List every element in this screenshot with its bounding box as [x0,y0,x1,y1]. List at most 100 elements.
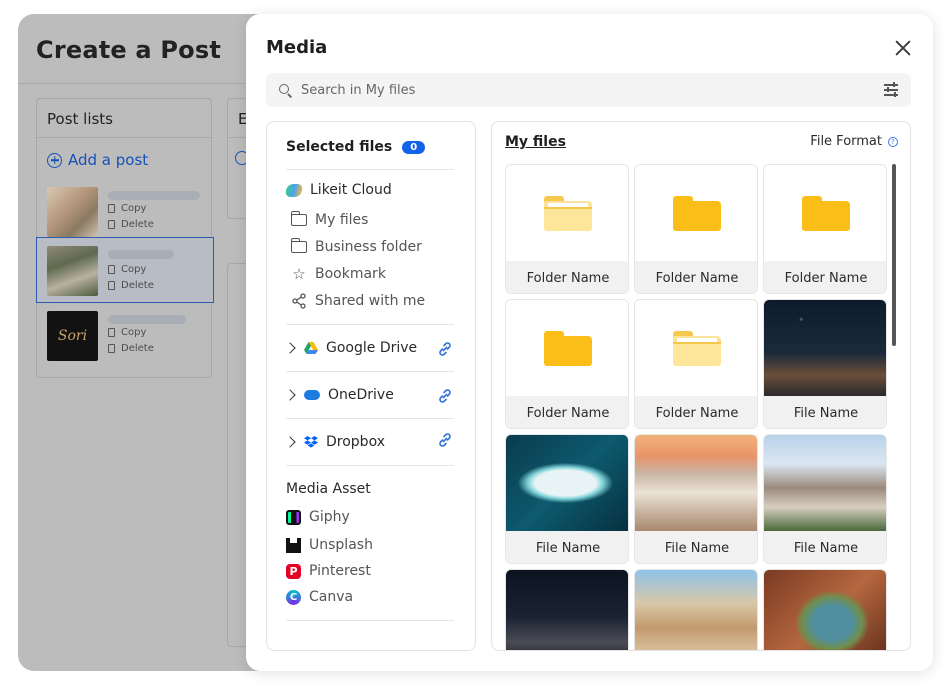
post-item-selected[interactable]: Copy Delete [36,237,214,303]
search-bar [266,73,911,107]
divider [286,324,454,325]
close-icon[interactable] [893,38,913,58]
post-item[interactable]: Sori Copy Delete [37,303,213,369]
file-tile[interactable] [634,569,758,650]
sidebar-item-business-folder[interactable]: Business folder [290,238,422,255]
divider [286,465,454,466]
sources-panel: Selected files 0 Likeit Cloud My files B… [266,121,476,651]
selected-count-badge: 0 [402,140,426,154]
tile-preview [764,165,886,261]
provider-dropbox[interactable]: Dropbox [284,434,385,450]
media-asset-title: Media Asset [286,481,371,497]
media-asset-giphy[interactable]: Giphy [286,509,350,525]
provider-google-drive[interactable]: Google Drive [284,340,417,356]
trash-icon [108,220,115,229]
chevron-right-icon [284,436,296,448]
page-title: Create a Post [36,36,222,64]
search-input[interactable] [301,82,861,98]
post-title-placeholder [108,315,186,324]
share-icon [292,293,306,309]
post-item[interactable]: Copy Delete [37,179,213,245]
trash-icon [108,281,115,290]
add-post-label: Add a post [68,151,149,169]
tile-caption: File Name [764,396,886,428]
media-asset-canva[interactable]: C Canva [286,589,353,605]
sidebar-item-shared-with-me[interactable]: Shared with me [291,293,425,309]
selected-files-header[interactable]: Selected files 0 [286,139,426,155]
dropbox-icon [304,436,318,448]
folder-tile[interactable]: Folder Name [763,164,887,294]
star-icon: ☆ [292,265,306,283]
folder-icon [544,331,592,366]
post-delete-action[interactable]: Delete [108,280,154,291]
media-modal: Media Selected files 0 Likeit Cloud My f… [246,14,933,671]
folder-tile[interactable]: Folder Name [505,164,629,294]
add-post-button[interactable]: Add a post [47,151,148,169]
giphy-icon [286,509,301,525]
post-copy-action[interactable]: Copy [108,203,146,214]
tile-preview [635,165,757,261]
tile-caption: Folder Name [635,261,757,293]
link-icon[interactable] [437,432,453,448]
tile-caption: File Name [764,531,886,563]
tile-preview [506,165,628,261]
likeit-cloud-icon [284,183,304,197]
folder-tile[interactable]: Folder Name [505,299,629,429]
folder-icon [290,211,307,226]
file-tile[interactable]: File Name [505,434,629,564]
provider-onedrive[interactable]: OneDrive [284,387,394,403]
copy-label: Copy [121,264,147,275]
copy-label: Copy [121,203,147,214]
image-preview-night-sky [764,300,886,396]
file-tile[interactable]: File Name [634,434,758,564]
link-icon[interactable] [437,341,453,357]
open-folder-icon [673,331,721,366]
post-delete-action[interactable]: Delete [108,219,154,230]
folder-tile[interactable]: Folder Name [634,164,758,294]
open-folder-icon [544,196,592,231]
copy-icon [108,204,115,213]
tile-caption: Folder Name [635,396,757,428]
file-tile[interactable] [763,569,887,650]
sliders-icon[interactable] [884,82,898,97]
folder-icon [802,196,850,231]
canva-icon: C [286,589,301,605]
image-preview-night-peak [506,570,628,650]
link-icon[interactable] [437,388,453,404]
plus-circle-icon [47,152,62,168]
delete-label: Delete [121,280,154,291]
unsplash-icon [286,537,301,553]
help-icon[interactable]: ? [888,136,898,147]
open-folder-icon [290,238,307,253]
title-divider [18,83,258,84]
sidebar-item-label: Shared with me [315,293,426,309]
sidebar-item-bookmark[interactable]: ☆ Bookmark [291,266,386,282]
file-tile[interactable]: File Name [763,299,887,429]
media-asset-label: Canva [309,589,354,605]
file-tile[interactable]: File Name [763,434,887,564]
file-format-label: File Format [810,134,882,149]
tile-caption: File Name [506,531,628,563]
sidebar-item-label: My files [315,212,369,228]
file-tile[interactable] [505,569,629,650]
file-format-filter[interactable]: File Format ? [810,134,898,149]
likeit-cloud-label: Likeit Cloud [310,182,392,198]
post-title-placeholder [108,191,200,200]
sidebar-item-label: Bookmark [315,266,386,282]
post-copy-action[interactable]: Copy [108,264,146,275]
sidebar-item-my-files[interactable]: My files [290,211,369,228]
post-copy-action[interactable]: Copy [108,327,146,338]
scrollbar[interactable] [892,164,896,346]
media-asset-pinterest[interactable]: P Pinterest [286,563,371,579]
pinterest-icon: P [286,563,301,579]
post-delete-action[interactable]: Delete [108,343,154,354]
image-preview-island [506,435,628,531]
breadcrumb[interactable]: My files [505,134,566,150]
tile-preview [635,300,757,396]
folder-tile[interactable]: Folder Name [634,299,758,429]
image-preview-beach [635,570,757,650]
likeit-cloud-item[interactable]: Likeit Cloud [284,182,392,198]
media-asset-unsplash[interactable]: Unsplash [286,537,373,553]
media-asset-label: Giphy [309,509,350,525]
provider-label: OneDrive [328,387,394,403]
